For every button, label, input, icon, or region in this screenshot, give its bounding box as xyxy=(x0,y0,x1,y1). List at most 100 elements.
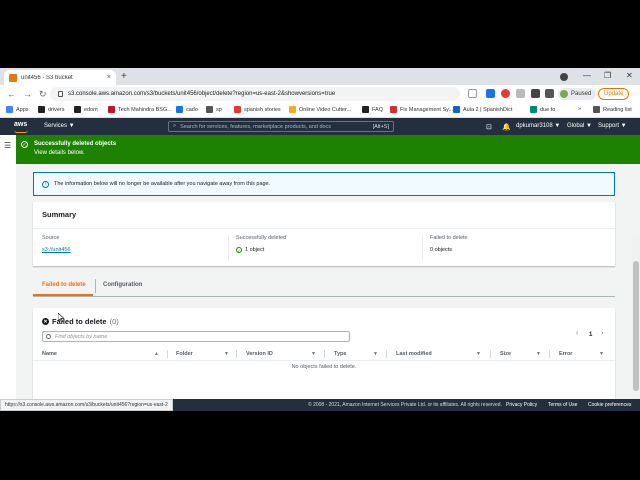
info-icon: i xyxy=(42,180,49,188)
source-field: Source s3://unit456 xyxy=(42,235,70,253)
close-window-button[interactable]: ✕ xyxy=(626,71,633,80)
region-menu[interactable]: Global ▼ xyxy=(567,123,592,129)
reload-button[interactable]: ↻ xyxy=(39,89,47,100)
extension-icon[interactable] xyxy=(516,89,525,98)
bookmark-item[interactable]: edom xyxy=(74,106,98,113)
menu-icon[interactable]: ☰ xyxy=(4,141,11,150)
summary-panel: Summary Source s3://unit456 Successfully… xyxy=(33,202,615,266)
aws-search-input[interactable]: ⌕ Search for services, features, marketp… xyxy=(168,121,394,132)
tab-list: Failed to delete Configuration xyxy=(33,275,615,297)
bookmark-item[interactable]: spanish stories xyxy=(234,106,281,113)
deleted-value-row: ✓ 1 object xyxy=(236,247,286,253)
flash-title: Successfully deleted objects xyxy=(34,141,117,147)
source-link[interactable]: s3://unit456 xyxy=(42,247,70,253)
bookmark-favicon-icon xyxy=(453,106,460,113)
bookmark-label: Tech Mahindra BSG... xyxy=(118,106,172,113)
terms-of-use-link[interactable]: Terms of Use xyxy=(548,402,577,408)
extension-icon[interactable] xyxy=(501,89,510,98)
bookmark-item[interactable]: sp xyxy=(206,106,222,113)
bookmark-favicon-icon xyxy=(593,106,600,113)
tab-failed-to-delete[interactable]: Failed to delete xyxy=(42,282,86,288)
bookmark-item[interactable]: FAQ xyxy=(362,106,383,113)
divider xyxy=(324,350,325,358)
divider xyxy=(549,350,550,358)
success-check-icon: ✓ xyxy=(21,141,28,148)
bookmark-item[interactable]: Tech Mahindra BSG... xyxy=(108,106,172,113)
aws-logo[interactable]: aws xyxy=(14,121,29,133)
tab-configuration[interactable]: Configuration xyxy=(103,282,142,288)
bookmark-item[interactable]: drivers xyxy=(38,106,65,113)
flash-subtitle: View details below. xyxy=(34,150,85,156)
media-icon[interactable] xyxy=(545,89,554,98)
bookmark-item[interactable]: Apps xyxy=(6,106,29,113)
error-x-icon: ✕ xyxy=(42,318,49,325)
bookmark-item[interactable]: » xyxy=(578,106,581,112)
empty-table-message: No objects failed to delete. xyxy=(291,364,357,370)
privacy-policy-link[interactable]: Privacy Policy xyxy=(506,402,537,408)
column-last-modified[interactable]: Last modified xyxy=(396,351,432,357)
bookmark-label: Fix Management Sy... xyxy=(400,106,454,113)
new-tab-button[interactable]: + xyxy=(121,71,127,82)
info-text: The information below will no longer be … xyxy=(54,181,271,187)
column-error[interactable]: Error xyxy=(559,351,572,357)
extension-icon[interactable] xyxy=(486,89,495,98)
restore-button[interactable]: ❐ xyxy=(604,71,611,80)
success-flash: ✓ Successfully deleted objects View deta… xyxy=(16,135,640,164)
bookmark-item[interactable]: Reading list xyxy=(593,106,632,113)
active-tab-underline xyxy=(33,294,93,296)
bookmark-label: Online Video Cutter... xyxy=(299,106,352,113)
bookmark-label: edom xyxy=(84,106,98,113)
divider xyxy=(386,350,387,358)
url-bar[interactable]: s3.console.aws.amazon.com/s3/buckets/uni… xyxy=(50,87,460,101)
column-folder[interactable]: Folder xyxy=(176,351,193,357)
divider xyxy=(228,236,229,260)
services-menu[interactable]: Services ▼ xyxy=(44,123,75,129)
bookmark-item[interactable]: Aula 2 | SpanishDict xyxy=(453,106,512,113)
minimize-button[interactable]: — xyxy=(583,71,591,80)
bookmark-item[interactable]: Fix Management Sy... xyxy=(390,106,453,113)
bookmark-item[interactable]: cado xyxy=(176,106,198,113)
bookmark-item[interactable]: Online Video Cutter... xyxy=(289,106,351,113)
column-type[interactable]: Type xyxy=(334,351,346,357)
column-name[interactable]: Name xyxy=(42,351,57,357)
browser-window: unit456 - S3 bucket × + — ❐ ✕ ← → ↻ s3.c… xyxy=(0,68,640,411)
status-url-bubble: https://s3.console.aws.amazon.com/s3/buc… xyxy=(0,399,173,411)
info-alert: i The information below will no longer b… xyxy=(33,172,615,196)
bookmark-label: Apps xyxy=(16,106,29,113)
url-text: s3.console.aws.amazon.com/s3/buckets/uni… xyxy=(68,91,336,97)
scrollbar-thumb[interactable] xyxy=(633,261,639,391)
update-button[interactable]: Update xyxy=(598,88,630,100)
failed-objects-panel: ✕ Failed to delete (0) Find objects by n… xyxy=(33,308,615,411)
back-button[interactable]: ← xyxy=(7,89,16,99)
record-icon[interactable] xyxy=(560,73,568,81)
lock-icon xyxy=(58,91,63,97)
page-number[interactable]: 1 xyxy=(589,332,592,338)
column-version-id[interactable]: Version ID xyxy=(246,351,273,357)
bookmark-item[interactable]: due to xyxy=(530,106,555,113)
bookmark-label: sp xyxy=(216,106,222,113)
tab-close-icon[interactable]: × xyxy=(107,74,111,81)
puzzle-icon[interactable] xyxy=(531,89,540,98)
account-menu[interactable]: dpkumar3108 ▼ xyxy=(516,123,560,129)
forward-button[interactable]: → xyxy=(23,89,32,99)
bookmark-label: cado xyxy=(186,106,198,113)
failed-heading: ✕ Failed to delete (0) xyxy=(42,317,119,326)
cookie-preferences-link[interactable]: Cookie preferences xyxy=(588,402,631,408)
bookmark-star-icon[interactable] xyxy=(468,89,477,98)
failed-value: 0 objects xyxy=(430,247,453,253)
find-objects-input[interactable]: Find objects by name xyxy=(42,331,350,342)
mouse-pointer-icon xyxy=(58,313,64,322)
failed-label: Failed to delete xyxy=(430,235,468,241)
page-scrollbar[interactable] xyxy=(632,235,640,399)
bell-icon[interactable]: 🔔 xyxy=(502,123,511,131)
cloudshell-icon[interactable]: ⊡ xyxy=(486,123,492,131)
bookmark-favicon-icon xyxy=(390,106,397,113)
column-size[interactable]: Size xyxy=(500,351,511,357)
support-menu[interactable]: Support ▼ xyxy=(598,123,627,129)
browser-tab[interactable]: unit456 - S3 bucket × xyxy=(4,70,116,85)
prev-page-button[interactable]: ‹ xyxy=(576,330,578,337)
divider xyxy=(95,279,96,293)
profile-button[interactable]: Paused xyxy=(558,88,597,100)
divider xyxy=(167,350,168,358)
next-page-button[interactable]: › xyxy=(601,330,603,337)
